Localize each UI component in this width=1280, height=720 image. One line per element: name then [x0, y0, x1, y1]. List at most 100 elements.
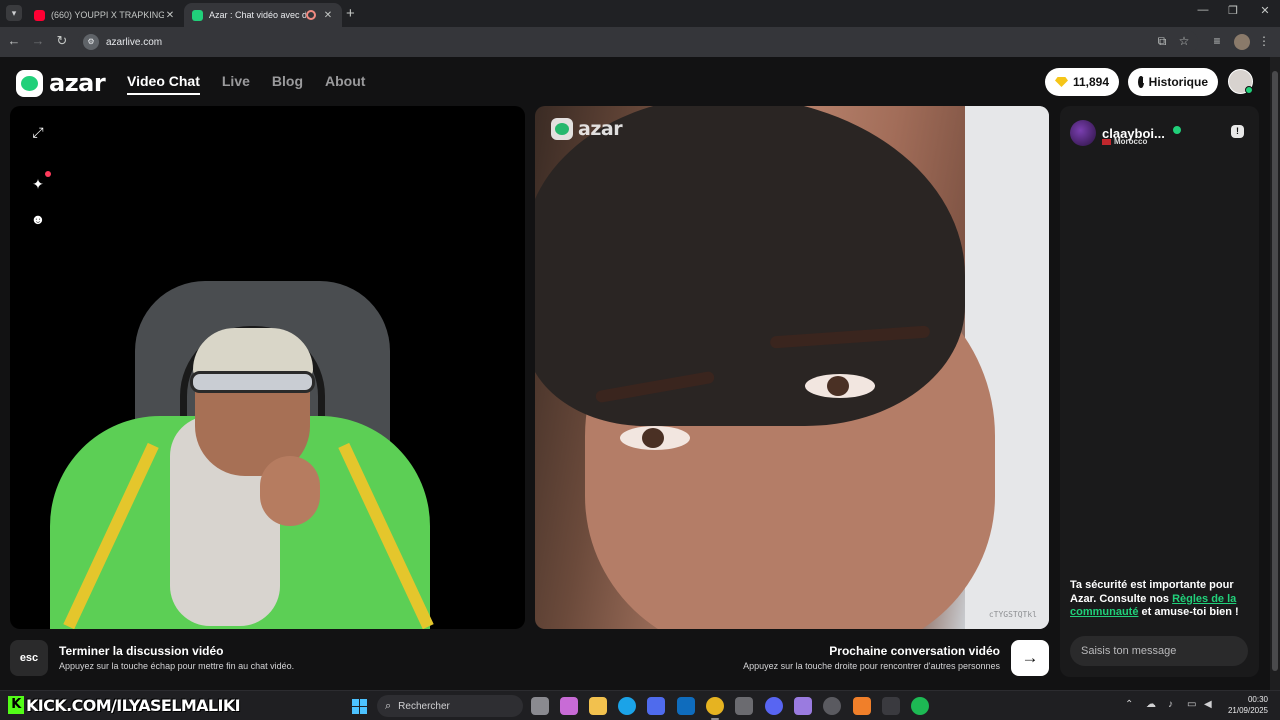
clock-icon: [1138, 76, 1145, 88]
report-icon[interactable]: !: [1231, 125, 1244, 138]
tab-azar[interactable]: Azar : Chat vidéo avec de n ✕: [184, 3, 342, 27]
gem-icon: [1055, 77, 1068, 87]
clock-date: 21/09/2025: [1227, 706, 1268, 715]
browser-profile-avatar[interactable]: [1234, 34, 1250, 50]
tab-search-icon[interactable]: ▾: [6, 5, 22, 21]
self-video: ⤢ ✦ ☻: [10, 106, 525, 629]
close-tab-icon[interactable]: ✕: [322, 10, 334, 21]
nav-live[interactable]: Live: [222, 73, 250, 95]
peer-country-name: Morocco: [1114, 137, 1148, 146]
partner-code: cTYGSTQTkl: [988, 610, 1037, 619]
end-call-button[interactable]: esc: [10, 640, 48, 676]
steam-icon[interactable]: [823, 697, 841, 715]
reload-icon[interactable]: ↻: [53, 33, 71, 49]
close-window-icon[interactable]: ✕: [1250, 4, 1280, 17]
taskbar-search[interactable]: ⌕ Rechercher: [377, 695, 523, 717]
nav-about[interactable]: About: [325, 73, 365, 95]
end-call-title: Terminer la discussion vidéo: [59, 644, 224, 658]
nav-video-chat[interactable]: Video Chat: [127, 73, 200, 95]
youtube-favicon-icon: [34, 9, 45, 21]
kick-overlay-text: KICK.COM/ILYASELMALIKI: [26, 695, 241, 715]
sunglasses: [190, 371, 315, 393]
history-button[interactable]: Historique: [1128, 68, 1218, 96]
close-tab-icon[interactable]: ✕: [164, 10, 176, 21]
bookmark-star-icon[interactable]: ☆: [1176, 34, 1192, 48]
gems-button[interactable]: 11,894: [1045, 68, 1119, 96]
edge-icon[interactable]: [618, 697, 636, 715]
browser-tabstrip: ▾ (660) YOUPPI X TRAPKING / 2 C ✕ Azar :…: [0, 0, 1280, 27]
volume-icon[interactable]: ◀: [1204, 699, 1212, 710]
clock-time: 00:30: [1247, 695, 1268, 704]
peer-avatar[interactable]: [1070, 120, 1096, 146]
fullscreen-icon[interactable]: ⤢: [30, 124, 46, 140]
app-icon[interactable]: [882, 697, 900, 715]
menu-kebab-icon[interactable]: ⋮: [1256, 34, 1272, 48]
outlook-icon[interactable]: [677, 697, 695, 715]
tab-youtube[interactable]: (660) YOUPPI X TRAPKING / 2 C ✕: [26, 3, 184, 27]
spotify-icon[interactable]: [911, 697, 929, 715]
azar-logo[interactable]: azar: [16, 69, 106, 97]
kick-logo-icon: K: [8, 696, 24, 714]
new-tab-icon[interactable]: +: [346, 5, 355, 22]
next-call-subtitle: Appuyez sur la touche droite pour rencon…: [743, 661, 1000, 671]
message-input[interactable]: Saisis ton message: [1070, 636, 1248, 666]
discord-icon[interactable]: [765, 697, 783, 715]
sticker-face-icon[interactable]: ☻: [30, 211, 46, 227]
azar-watermark-text: azar: [578, 118, 623, 140]
eye: [620, 426, 690, 450]
tray-overflow-icon[interactable]: ⌃: [1125, 699, 1133, 710]
task-view-icon[interactable]: [531, 697, 549, 715]
next-call-button[interactable]: →: [1011, 640, 1049, 676]
morocco-flag-icon: [1102, 138, 1111, 145]
end-call-subtitle: Appuyez sur la touche échap pour mettre …: [59, 661, 295, 671]
windows-taskbar: K KICK.COM/ILYASELMALIKI ⌕ Rechercher ⌃ …: [0, 690, 1280, 720]
azar-watermark-icon: [551, 118, 573, 140]
nav-blog[interactable]: Blog: [272, 73, 303, 95]
scroll-thumb[interactable]: [1272, 71, 1278, 671]
azar-page: azar Video Chat Live Blog About 11,894 H…: [0, 57, 1270, 690]
app-icon[interactable]: [853, 697, 871, 715]
copilot-icon[interactable]: [560, 697, 578, 715]
main-nav: Video Chat Live Blog About: [127, 73, 365, 95]
install-app-icon[interactable]: ⧉: [1154, 34, 1170, 49]
omnibar: ← → ↻ ⚙ azarlive.com ⧉ ☆ ≡ ⋮: [0, 27, 1280, 57]
effects-sparkle-icon[interactable]: ✦: [30, 176, 46, 192]
address-bar[interactable]: ⚙ azarlive.com: [78, 30, 1198, 54]
network-icon[interactable]: ☁: [1146, 699, 1156, 710]
azar-watermark: azar: [551, 118, 623, 140]
minimize-icon[interactable]: —: [1188, 4, 1218, 16]
azar-logo-icon: [16, 69, 43, 97]
url-text: azarlive.com: [106, 36, 163, 48]
microphone-icon[interactable]: ♪: [1168, 699, 1173, 710]
history-label: Historique: [1148, 75, 1208, 89]
obs-icon[interactable]: [735, 697, 753, 715]
chrome-icon[interactable]: [706, 697, 724, 715]
safety-message: Ta sécurité est importante pour Azar. Co…: [1070, 579, 1250, 620]
next-call-title: Prochaine conversation vidéo: [829, 644, 1000, 658]
game-icon[interactable]: [794, 697, 812, 715]
media-control-icon[interactable]: ≡: [1209, 34, 1225, 48]
azar-favicon-icon: [192, 9, 203, 21]
partner-video: azar cTYGSTQTkl: [535, 106, 1049, 629]
display-icon[interactable]: ▭: [1187, 699, 1196, 710]
kick-overlay: K KICK.COM/ILYASELMALIKI: [8, 694, 241, 716]
partner-cap: [535, 106, 965, 426]
peer-country: Morocco: [1102, 137, 1147, 146]
recording-icon: [306, 10, 316, 20]
site-info-icon[interactable]: ⚙: [83, 34, 99, 50]
forward-icon[interactable]: →: [29, 33, 47, 48]
store-icon[interactable]: [647, 697, 665, 715]
back-icon[interactable]: ←: [5, 33, 23, 48]
page-scrollbar[interactable]: [1270, 57, 1280, 690]
file-explorer-icon[interactable]: [589, 697, 607, 715]
azar-logo-text: azar: [49, 69, 106, 97]
taskbar-clock[interactable]: 00:30 21/09/2025: [1222, 694, 1268, 716]
tab-title: Azar : Chat vidéo avec de n: [209, 10, 306, 20]
hand: [260, 456, 320, 526]
windows-start-icon[interactable]: [352, 699, 367, 714]
restore-icon[interactable]: ❐: [1218, 4, 1248, 17]
taskbar-search-label: Rechercher: [398, 700, 450, 712]
tab-title: (660) YOUPPI X TRAPKING / 2 C: [51, 10, 164, 20]
effects-notification-dot: [45, 171, 51, 177]
search-icon: ⌕: [385, 699, 392, 712]
